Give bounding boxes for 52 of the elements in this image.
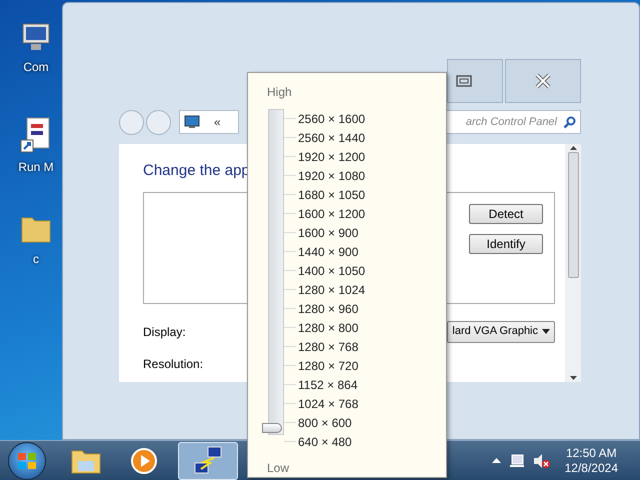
low-label: Low: [267, 460, 290, 477]
resolution-option[interactable]: 2560 × 1600: [298, 110, 366, 128]
resolution-option[interactable]: 1280 × 720: [298, 356, 358, 374]
resolution-option[interactable]: 1920 × 1080: [298, 166, 366, 184]
resolution-option[interactable]: 1280 × 960: [298, 300, 358, 318]
display-label: Display:: [143, 324, 186, 340]
close-icon: [534, 72, 552, 90]
network-icon[interactable]: [508, 452, 525, 468]
resolution-option[interactable]: 1400 × 1050: [298, 262, 366, 280]
resolution-label: Resolution:: [143, 356, 204, 372]
taskbar-app-button[interactable]: [178, 442, 238, 480]
action-button[interactable]: Identify: [469, 234, 543, 254]
scroll-thumb[interactable]: [568, 152, 579, 278]
address-chevron[interactable]: «: [214, 113, 221, 131]
resolution-option[interactable]: 1680 × 1050: [298, 186, 366, 204]
resolution-option[interactable]: 1920 × 1200: [298, 148, 366, 166]
clock-time[interactable]: 12:50 AM: [566, 446, 617, 460]
resolution-option[interactable]: 2560 × 1440: [298, 128, 366, 146]
maximize-icon: [456, 75, 472, 87]
windows-logo-icon: [17, 452, 37, 470]
display-dropdown[interactable]: lard VGA Graphic: [447, 320, 555, 342]
desktop-icon-label[interactable]: Com: [23, 58, 49, 76]
clock-date[interactable]: 12/8/2024: [564, 460, 618, 476]
start-button[interactable]: [8, 442, 46, 480]
play-icon: [130, 446, 158, 474]
show-hidden-icons-icon[interactable]: [492, 458, 501, 463]
resolution-option[interactable]: 1600 × 1200: [298, 204, 366, 222]
search-field[interactable]: arch Control Panel: [446, 110, 581, 134]
resolution-option[interactable]: 1024 × 768: [298, 394, 358, 412]
resolution-option[interactable]: 1440 × 900: [298, 242, 358, 260]
scroll-up-icon: [570, 146, 577, 150]
slider-thumb[interactable]: [262, 423, 282, 433]
resolution-option[interactable]: 1152 × 864: [298, 376, 358, 394]
maximize-button[interactable]: [447, 59, 503, 103]
muted-speaker-icon[interactable]: [532, 452, 551, 468]
address-bar[interactable]: «: [179, 110, 239, 134]
high-label: High: [267, 84, 292, 101]
resolution-option[interactable]: 1280 × 800: [298, 318, 358, 336]
resolution-option[interactable]: 1280 × 1024: [298, 280, 366, 298]
resolution-option[interactable]: 800 × 600: [298, 414, 352, 432]
resolution-slider[interactable]: [262, 109, 284, 435]
desktop-icon-label[interactable]: c: [33, 250, 39, 268]
action-button[interactable]: Detect: [469, 204, 543, 224]
monitor-icon: [184, 115, 200, 129]
scroll-down-icon: [570, 376, 577, 380]
dropdown-caret-icon: [542, 329, 550, 334]
resolution-option[interactable]: 640 × 480: [298, 432, 352, 450]
connected-computers-icon: [192, 444, 224, 476]
desktop-icon-label[interactable]: Run M: [18, 158, 54, 176]
resolution-option[interactable]: 1280 × 768: [298, 338, 358, 356]
search-icon: [563, 116, 576, 128]
resolution-option[interactable]: 1600 × 900: [298, 224, 358, 242]
